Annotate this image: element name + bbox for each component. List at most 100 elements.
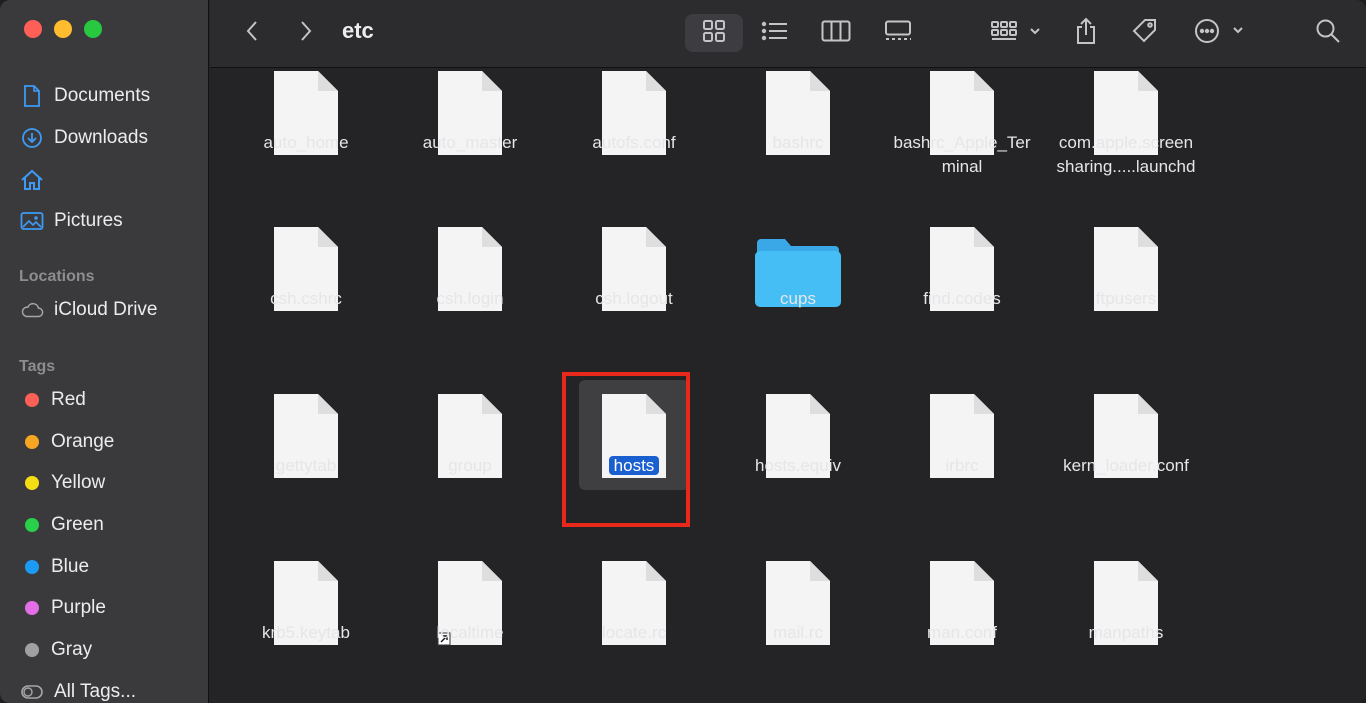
file-name-text: man.conf bbox=[927, 623, 997, 642]
sidebar-item-icloud-drive[interactable]: iCloud Drive bbox=[20, 296, 157, 324]
file-name-text: krb5.keytab bbox=[262, 623, 350, 642]
window-controls bbox=[24, 20, 102, 38]
forward-button[interactable] bbox=[292, 14, 320, 52]
tag-purple[interactable]: Purple bbox=[20, 594, 106, 622]
file-item[interactable]: csh.cshrc bbox=[224, 215, 388, 345]
file-item[interactable]: auto_home bbox=[224, 69, 388, 189]
column-view-button[interactable] bbox=[816, 14, 856, 52]
file-item[interactable]: man.conf bbox=[880, 549, 1044, 679]
tag-label: Red bbox=[51, 389, 86, 410]
file-item[interactable]: krb5.keytab bbox=[224, 549, 388, 679]
share-icon bbox=[1074, 17, 1098, 50]
folder-item[interactable]: cups bbox=[716, 215, 880, 345]
columns-icon bbox=[821, 20, 851, 47]
file-name-label: ftpusers bbox=[1044, 287, 1208, 311]
share-button[interactable] bbox=[1070, 14, 1102, 52]
file-item[interactable]: hosts.equiv bbox=[716, 382, 880, 512]
tag-red[interactable]: Red bbox=[20, 386, 86, 414]
file-name-text: com.apple.screen sharing.....launchd bbox=[1056, 133, 1196, 176]
file-item[interactable]: manpaths bbox=[1044, 549, 1208, 679]
file-item[interactable]: com.apple.screen sharing.....launchd bbox=[1044, 69, 1208, 189]
list-view-button[interactable] bbox=[755, 14, 795, 52]
sidebar-item-label: Pictures bbox=[54, 210, 123, 231]
file-item[interactable]: locate.rc bbox=[552, 549, 716, 679]
file-item[interactable]: gettytab bbox=[224, 382, 388, 512]
file-item[interactable]: mail.rc bbox=[716, 549, 880, 679]
file-name-label: csh.cshrc bbox=[224, 287, 388, 311]
toolbar: etc bbox=[210, 0, 1366, 68]
zoom-button[interactable] bbox=[84, 20, 102, 38]
file-name-text: auto_master bbox=[422, 133, 518, 152]
back-button[interactable] bbox=[238, 14, 266, 52]
file-item[interactable]: irbrc bbox=[880, 382, 1044, 512]
file-name-text: group bbox=[448, 456, 492, 475]
sidebar-item-documents[interactable]: Documents bbox=[20, 82, 150, 110]
file-name-label: gettytab bbox=[224, 454, 388, 478]
file-name-label: locate.rc bbox=[552, 621, 716, 645]
file-name-label: irbrc bbox=[880, 454, 1044, 478]
cloud-icon bbox=[20, 298, 44, 322]
file-item[interactable]: bashrc bbox=[716, 69, 880, 189]
tag-yellow[interactable]: Yellow bbox=[20, 469, 105, 497]
all-tags[interactable]: All Tags... bbox=[20, 678, 136, 703]
tag-label: Gray bbox=[51, 639, 93, 660]
home-icon bbox=[20, 168, 44, 192]
file-name-text: manpaths bbox=[1088, 623, 1164, 642]
sidebar-item-pictures[interactable]: Pictures bbox=[20, 207, 123, 235]
file-name-label: auto_home bbox=[224, 131, 388, 155]
icon-view-button[interactable] bbox=[685, 14, 743, 52]
more-actions-button[interactable] bbox=[1192, 14, 1248, 52]
sidebar-item-downloads[interactable]: Downloads bbox=[20, 124, 148, 152]
list-icon bbox=[761, 20, 789, 47]
document-icon bbox=[20, 84, 44, 108]
tag-gray[interactable]: Gray bbox=[20, 636, 92, 664]
tag-label: Orange bbox=[51, 431, 115, 452]
annotation-highlight-box bbox=[562, 372, 690, 527]
file-name-text: csh.logout bbox=[595, 289, 673, 308]
file-name-label: localtime bbox=[388, 621, 552, 645]
file-name-text: localtime bbox=[436, 623, 504, 642]
search-icon bbox=[1315, 18, 1341, 49]
file-item[interactable]: ftpusers bbox=[1044, 215, 1208, 345]
tag-blue[interactable]: Blue bbox=[20, 553, 89, 581]
file-item[interactable]: find.codes bbox=[880, 215, 1044, 345]
file-name-label: man.conf bbox=[880, 621, 1044, 645]
file-name-text: find.codes bbox=[923, 289, 1001, 308]
file-item[interactable]: csh.logout bbox=[552, 215, 716, 345]
file-item[interactable]: group bbox=[388, 382, 552, 512]
sidebar-item-label: iCloud Drive bbox=[54, 299, 158, 320]
chevron-left-icon bbox=[245, 19, 259, 48]
file-item[interactable]: bashrc_Apple_Ter minal bbox=[880, 69, 1044, 189]
file-grid: auto_home auto_master autofs.conf bashrc bas… bbox=[210, 69, 1366, 703]
tag-color-dot bbox=[25, 518, 39, 532]
file-item[interactable]: csh.login bbox=[388, 215, 552, 345]
file-name-text: mail.rc bbox=[772, 623, 824, 642]
group-by-button[interactable] bbox=[986, 14, 1046, 52]
close-button[interactable] bbox=[24, 20, 42, 38]
tag-orange[interactable]: Orange bbox=[20, 428, 114, 456]
file-name-text: ftpusers bbox=[1095, 289, 1157, 308]
file-name-text: bashrc_Apple_Ter minal bbox=[893, 133, 1031, 176]
file-name-label: mail.rc bbox=[716, 621, 880, 645]
tags-header: Tags bbox=[19, 358, 56, 375]
file-item[interactable]: autofs.conf bbox=[552, 69, 716, 189]
file-name-label: find.codes bbox=[880, 287, 1044, 311]
file-item[interactable]: auto_master bbox=[388, 69, 552, 189]
file-name-text: autofs.conf bbox=[592, 133, 676, 152]
sidebar-item-home[interactable] bbox=[20, 166, 54, 194]
gallery-view-button[interactable] bbox=[878, 14, 918, 52]
sidebar-item-label: Documents bbox=[54, 85, 151, 106]
tags-button[interactable] bbox=[1128, 14, 1162, 52]
minimize-button[interactable] bbox=[54, 20, 72, 38]
tag-green[interactable]: Green bbox=[20, 511, 104, 539]
search-button[interactable] bbox=[1312, 14, 1344, 52]
file-name-label: hosts.equiv bbox=[716, 454, 880, 478]
file-name-text: locate.rc bbox=[601, 623, 667, 642]
file-name-label: cups bbox=[716, 287, 880, 311]
file-item[interactable]: localtime bbox=[388, 549, 552, 679]
all-tags-label: All Tags... bbox=[54, 681, 137, 702]
sidebar: Documents Downloads Pictures Locations i… bbox=[0, 0, 209, 703]
chevron-right-icon bbox=[299, 19, 313, 48]
file-item[interactable]: kern_loader.conf bbox=[1044, 382, 1208, 512]
tag-color-dot bbox=[25, 435, 39, 449]
